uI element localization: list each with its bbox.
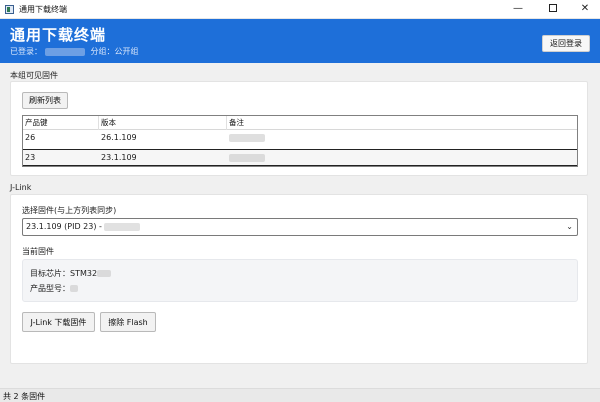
note-redacted — [229, 133, 265, 142]
refresh-list-button[interactable]: 刷新列表 — [22, 92, 68, 109]
jlink-download-button[interactable]: J-Link 下载固件 — [22, 312, 95, 332]
firmware-table: 产品键 版本 备注 26 26.1.109 23 23.1.109 — [22, 115, 578, 167]
window-title: 通用下载终端 — [19, 5, 67, 14]
product-model-text: 产品型号： — [30, 284, 70, 293]
select-firmware-label: 选择固件(与上方列表同步) — [22, 206, 117, 215]
cell-note — [227, 130, 265, 146]
column-header-key[interactable]: 产品键 — [23, 116, 99, 130]
table-row[interactable]: 26 26.1.109 — [23, 130, 577, 147]
firmware-section-title: 本组可见固件 — [10, 71, 58, 80]
erase-flash-button[interactable]: 擦除 Flash — [100, 312, 156, 332]
target-chip-line: 目标芯片：STM32 — [30, 268, 112, 279]
jlink-section-title: J-Link — [10, 183, 32, 192]
column-header-version[interactable]: 版本 — [99, 116, 227, 130]
current-firmware-box: 目标芯片：STM32 产品型号： — [22, 259, 578, 302]
firmware-select-value: 23.1.109 (PID 23) - — [26, 222, 141, 231]
chip-redacted — [97, 270, 112, 277]
select-value-text: 23.1.109 (PID 23) - — [26, 222, 105, 231]
username-redacted — [45, 47, 85, 56]
logged-in-label: 已登录： — [10, 47, 42, 56]
current-firmware-label: 当前固件 — [22, 247, 54, 256]
model-redacted — [70, 285, 78, 292]
app-title: 通用下载终端 — [10, 26, 107, 44]
minimize-button[interactable]: — — [503, 0, 533, 19]
status-bar: 共 2 条固件 — [0, 388, 600, 402]
app-header: 通用下载终端 已登录： 分组：公开组 — [0, 19, 600, 63]
login-status: 已登录： 分组：公开组 — [10, 46, 139, 57]
firmware-select[interactable]: 23.1.109 (PID 23) - ⌄ — [22, 218, 578, 236]
cell-note — [227, 150, 265, 166]
chevron-down-icon: ⌄ — [566, 222, 573, 231]
note-redacted — [229, 153, 265, 162]
maximize-button[interactable] — [538, 0, 568, 19]
close-button[interactable]: ✕ — [570, 0, 600, 19]
window-titlebar: 通用下载终端 — ✕ — [0, 0, 600, 19]
cell-version: 23.1.109 — [101, 153, 137, 162]
table-header: 产品键 版本 备注 — [23, 116, 577, 130]
status-text: 共 2 条固件 — [3, 392, 46, 401]
cell-key: 26 — [25, 133, 36, 142]
table-row[interactable]: 23 23.1.109 — [23, 149, 577, 166]
column-header-note[interactable]: 备注 — [227, 116, 577, 130]
group-label: 分组：公开组 — [90, 47, 139, 56]
cell-version: 26.1.109 — [101, 133, 137, 142]
app-icon — [5, 5, 14, 14]
target-chip-text: 目标芯片：STM32 — [30, 269, 98, 278]
logout-button[interactable]: 返回登录 — [542, 35, 590, 52]
select-value-redacted — [104, 222, 141, 231]
cell-key: 23 — [25, 153, 36, 162]
maximize-icon — [549, 4, 557, 12]
product-model-line: 产品型号： — [30, 283, 78, 294]
